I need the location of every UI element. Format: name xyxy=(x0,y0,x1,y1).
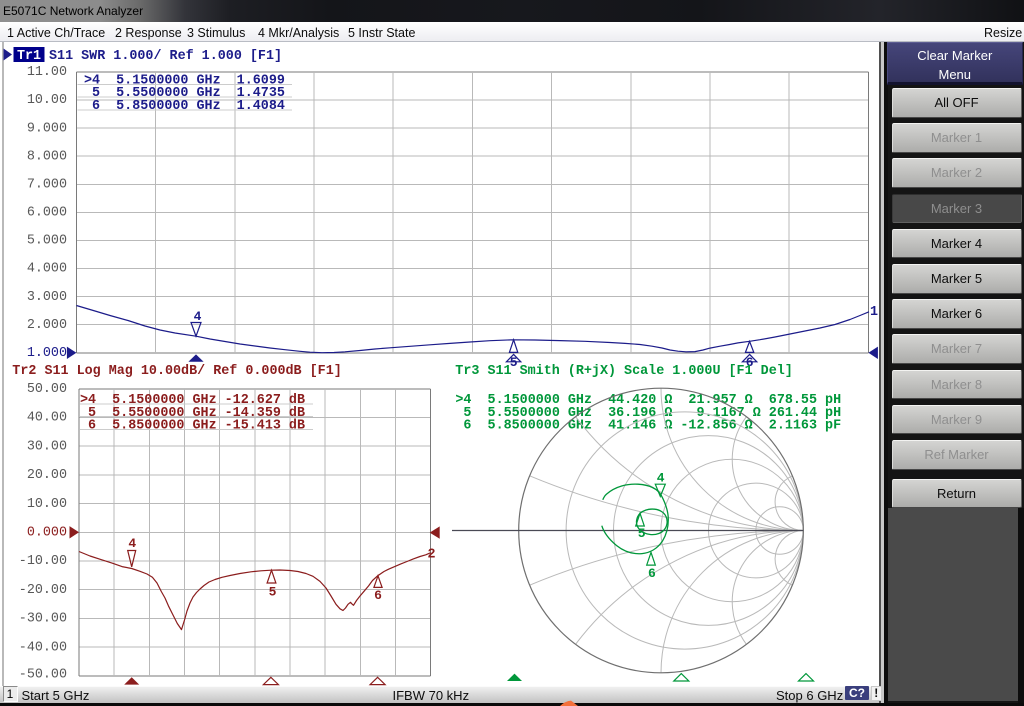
svg-text:1: 1 xyxy=(870,305,878,320)
svg-text:Tr3 S11 Smith (R+jX) Scale 1.0: Tr3 S11 Smith (R+jX) Scale 1.000U [F1 De… xyxy=(455,364,793,379)
svg-text:-50.00: -50.00 xyxy=(19,667,67,682)
svg-text:10.00: 10.00 xyxy=(27,497,67,512)
svg-text:S11 SWR 1.000/ Ref 1.000 [F1]: S11 SWR 1.000/ Ref 1.000 [F1] xyxy=(49,49,282,64)
svg-text:6: 6 xyxy=(374,588,382,603)
svg-text:-10.00: -10.00 xyxy=(19,554,67,569)
svg-text:20.00: 20.00 xyxy=(27,468,67,483)
svg-text:11.00: 11.00 xyxy=(27,65,67,80)
svg-text:6.000: 6.000 xyxy=(27,206,67,221)
svg-text:2: 2 xyxy=(427,548,435,563)
svg-text:0.000: 0.000 xyxy=(27,526,67,541)
svg-text:4: 4 xyxy=(128,536,136,551)
svg-text:6 5.8500000 GHz 41.146 Ω -12: 6 5.8500000 GHz 41.146 Ω -12.856 Ω 2.116… xyxy=(455,419,841,434)
svg-text:4: 4 xyxy=(657,471,665,486)
svg-text:5: 5 xyxy=(638,526,646,541)
svg-text:7.000: 7.000 xyxy=(27,177,67,192)
svg-text:Tr2 S11 Log Mag 10.00dB/ Ref 0: Tr2 S11 Log Mag 10.00dB/ Ref 0.000dB [F1… xyxy=(12,364,341,379)
svg-text:4: 4 xyxy=(194,309,202,324)
svg-text:8.000: 8.000 xyxy=(27,149,67,164)
svg-text:30.00: 30.00 xyxy=(27,439,67,454)
svg-text:50.00: 50.00 xyxy=(27,382,67,397)
svg-text:Tr1: Tr1 xyxy=(17,49,41,64)
svg-text:5.000: 5.000 xyxy=(27,234,67,249)
svg-text:3.000: 3.000 xyxy=(27,290,67,305)
svg-text:5: 5 xyxy=(269,585,277,600)
svg-text:6: 6 xyxy=(648,566,656,581)
svg-text:6 5.8500000 GHz 1.4084: 6 5.8500000 GHz 1.4084 xyxy=(84,99,285,114)
svg-text:2.000: 2.000 xyxy=(27,318,67,333)
svg-text:1.000: 1.000 xyxy=(27,346,67,361)
svg-text:10.00: 10.00 xyxy=(27,93,67,108)
svg-text:-40.00: -40.00 xyxy=(19,640,67,655)
svg-text:6 5.8500000 GHz -15.413 dB: 6 5.8500000 GHz -15.413 dB xyxy=(80,419,305,434)
svg-text:-30.00: -30.00 xyxy=(19,612,67,627)
svg-text:4.000: 4.000 xyxy=(27,262,67,277)
svg-text:40.00: 40.00 xyxy=(27,411,67,426)
svg-text:-20.00: -20.00 xyxy=(19,583,67,598)
svg-text:9.000: 9.000 xyxy=(27,121,67,136)
